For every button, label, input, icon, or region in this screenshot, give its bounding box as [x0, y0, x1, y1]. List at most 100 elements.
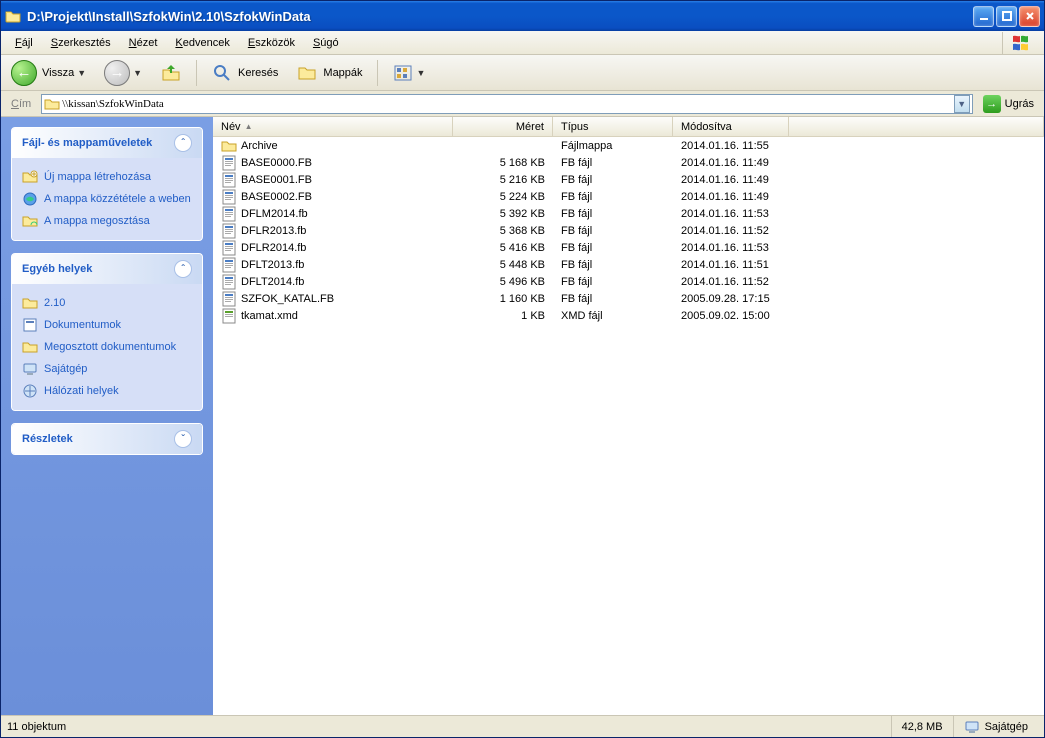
status-count: 11 objektum — [7, 721, 891, 733]
column-modified[interactable]: Módosítva — [673, 117, 789, 136]
menu-help[interactable]: Súgó — [305, 34, 347, 52]
task-icon — [22, 213, 38, 229]
sidebar-task-link[interactable]: Új mappa létrehozása — [22, 166, 192, 188]
sort-asc-icon: ▲ — [245, 122, 253, 131]
menubar: Fájl Szerkesztés Nézet Kedvencek Eszközö… — [1, 31, 1044, 55]
sidebar-place-link[interactable]: Megosztott dokumentumok — [22, 336, 192, 358]
panel-title: Egyéb helyek — [22, 263, 92, 275]
back-dropdown-icon[interactable]: ▼ — [77, 68, 86, 78]
column-headers: Név ▲ Méret Típus Módosítva — [213, 117, 1044, 137]
file-icon — [221, 223, 237, 239]
file-row[interactable]: SZFOK_KATAL.FB 1 160 KB FB fájl 2005.09.… — [213, 290, 1044, 307]
file-list[interactable]: Archive Fájlmappa 2014.01.16. 11:55 BASE… — [213, 137, 1044, 715]
file-icon — [221, 155, 237, 171]
file-name: BASE0001.FB — [241, 174, 312, 186]
file-modified: 2014.01.16. 11:52 — [673, 276, 789, 288]
sidebar-task-link[interactable]: A mappa megosztása — [22, 210, 192, 232]
folder-icon — [44, 96, 60, 112]
minimize-button[interactable] — [973, 6, 994, 27]
status-bar: 11 objektum 42,8 MB Sajátgép — [1, 715, 1044, 737]
menu-view[interactable]: Nézet — [121, 34, 166, 52]
address-input[interactable] — [60, 97, 953, 111]
maximize-button[interactable] — [996, 6, 1017, 27]
go-button[interactable]: → Ugrás — [977, 93, 1040, 115]
forward-button[interactable]: → ▼ — [100, 58, 146, 88]
menu-tools[interactable]: Eszközök — [240, 34, 303, 52]
sidebar-place-link[interactable]: Dokumentumok — [22, 314, 192, 336]
file-row[interactable]: DFLM2014.fb 5 392 KB FB fájl 2014.01.16.… — [213, 205, 1044, 222]
address-dropdown-icon[interactable]: ▼ — [954, 95, 970, 113]
column-extra[interactable] — [789, 117, 1044, 136]
file-size: 1 160 KB — [453, 293, 553, 305]
file-name: BASE0000.FB — [241, 157, 312, 169]
address-label: Cím — [5, 98, 37, 110]
panel-title: Fájl- és mappaműveletek — [22, 137, 152, 149]
task-label: A mappa közzététele a weben — [44, 193, 191, 205]
computer-icon — [964, 719, 980, 735]
views-dropdown-icon[interactable]: ▼ — [417, 68, 426, 78]
menu-file[interactable]: Fájl — [7, 34, 41, 52]
titlebar[interactable]: D:\Projekt\Install\SzfokWin\2.10\SzfokWi… — [1, 1, 1044, 31]
panel-details: Részletek ˇ — [11, 423, 203, 455]
panel-header-tasks[interactable]: Fájl- és mappaműveletek ˆ — [12, 128, 202, 158]
place-icon — [22, 339, 38, 355]
search-button[interactable]: Keresés — [207, 60, 282, 86]
sidebar-task-link[interactable]: A mappa közzététele a weben — [22, 188, 192, 210]
sidebar-place-link[interactable]: 2.10 — [22, 292, 192, 314]
column-type[interactable]: Típus — [553, 117, 673, 136]
address-box[interactable]: ▼ — [41, 94, 972, 114]
file-size: 5 216 KB — [453, 174, 553, 186]
chevron-up-icon[interactable]: ˆ — [174, 134, 192, 152]
file-icon — [221, 291, 237, 307]
file-row[interactable]: BASE0001.FB 5 216 KB FB fájl 2014.01.16.… — [213, 171, 1044, 188]
file-row[interactable]: Archive Fájlmappa 2014.01.16. 11:55 — [213, 137, 1044, 154]
task-icon — [22, 191, 38, 207]
panel-header-places[interactable]: Egyéb helyek ˆ — [12, 254, 202, 284]
sidebar-place-link[interactable]: Hálózati helyek — [22, 380, 192, 402]
folders-button[interactable]: Mappák — [292, 60, 366, 86]
file-row[interactable]: DFLR2013.fb 5 368 KB FB fájl 2014.01.16.… — [213, 222, 1044, 239]
back-button[interactable]: ← Vissza ▼ — [7, 58, 90, 88]
file-name: BASE0002.FB — [241, 191, 312, 203]
file-row[interactable]: tkamat.xmd 1 KB XMD fájl 2005.09.02. 15:… — [213, 307, 1044, 324]
file-size: 5 224 KB — [453, 191, 553, 203]
sidebar-place-link[interactable]: Sajátgép — [22, 358, 192, 380]
go-label: Ugrás — [1005, 98, 1034, 110]
panel-file-tasks: Fájl- és mappaműveletek ˆ Új mappa létre… — [11, 127, 203, 241]
up-button[interactable] — [156, 60, 186, 86]
close-button[interactable] — [1019, 6, 1040, 27]
forward-dropdown-icon[interactable]: ▼ — [133, 68, 142, 78]
file-type: FB fájl — [553, 208, 673, 220]
file-type: FB fájl — [553, 293, 673, 305]
file-row[interactable]: DFLR2014.fb 5 416 KB FB fájl 2014.01.16.… — [213, 239, 1044, 256]
menu-favorites[interactable]: Kedvencek — [167, 34, 237, 52]
menu-edit[interactable]: Szerkesztés — [43, 34, 119, 52]
column-name[interactable]: Név ▲ — [213, 117, 453, 136]
file-row[interactable]: DFLT2013.fb 5 448 KB FB fájl 2014.01.16.… — [213, 256, 1044, 273]
file-row[interactable]: BASE0002.FB 5 224 KB FB fájl 2014.01.16.… — [213, 188, 1044, 205]
file-icon — [221, 206, 237, 222]
place-icon — [22, 361, 38, 377]
file-size: 5 416 KB — [453, 242, 553, 254]
file-modified: 2014.01.16. 11:49 — [673, 174, 789, 186]
list-pane: Név ▲ Méret Típus Módosítva Archive Fájl… — [213, 117, 1044, 715]
place-label: 2.10 — [44, 297, 65, 309]
panel-header-details[interactable]: Részletek ˇ — [12, 424, 202, 454]
toolbar: ← Vissza ▼ → ▼ Keresés Mappák — [1, 55, 1044, 91]
file-row[interactable]: DFLT2014.fb 5 496 KB FB fájl 2014.01.16.… — [213, 273, 1044, 290]
place-icon — [22, 295, 38, 311]
file-icon — [221, 189, 237, 205]
status-location: Sajátgép — [953, 716, 1038, 737]
chevron-down-icon[interactable]: ˇ — [174, 430, 192, 448]
explorer-window: D:\Projekt\Install\SzfokWin\2.10\SzfokWi… — [0, 0, 1045, 738]
file-row[interactable]: BASE0000.FB 5 168 KB FB fájl 2014.01.16.… — [213, 154, 1044, 171]
views-button[interactable]: ▼ — [388, 60, 430, 86]
column-size[interactable]: Méret — [453, 117, 553, 136]
file-name: tkamat.xmd — [241, 310, 298, 322]
chevron-up-icon[interactable]: ˆ — [174, 260, 192, 278]
address-bar: Cím ▼ → Ugrás — [1, 91, 1044, 117]
status-size: 42,8 MB — [891, 716, 953, 737]
place-label: Megosztott dokumentumok — [44, 341, 176, 353]
file-size: 5 168 KB — [453, 157, 553, 169]
file-modified: 2014.01.16. 11:51 — [673, 259, 789, 271]
